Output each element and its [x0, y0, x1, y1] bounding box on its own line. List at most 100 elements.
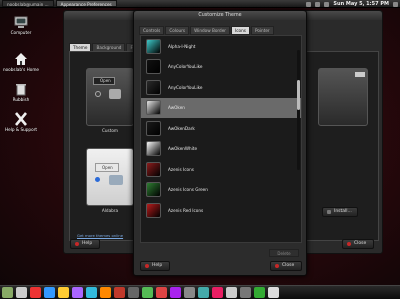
radio-preview-icon	[95, 91, 101, 97]
icon-theme-preview-icon	[146, 182, 161, 198]
dock-app-icon[interactable]	[100, 287, 111, 298]
dock-app-icon[interactable]	[184, 287, 195, 298]
network-icon[interactable]	[315, 1, 321, 7]
system-tray: Sun May 5, 1:57 PM	[306, 0, 398, 8]
icon-theme-preview-icon	[146, 120, 161, 136]
desktop-icon-rubbish[interactable]: Rubbish	[2, 82, 40, 102]
icon-theme-item[interactable]: Alpha-I-Night	[141, 36, 301, 57]
icon-theme-name: Azenis Icons	[168, 166, 194, 172]
install-icon	[327, 210, 331, 214]
dock-app-icon[interactable]	[142, 287, 153, 298]
install-label: Install...	[334, 209, 352, 214]
icon-theme-name: Azenis Red Icons	[168, 207, 204, 213]
open-button-preview: Open	[95, 163, 119, 172]
icon-theme-preview-icon	[146, 100, 161, 116]
icon-theme-list: Alpha-I-Night AnyColorYouLike AnyColorYouL…	[140, 35, 302, 243]
dock-app-icon[interactable]	[2, 287, 13, 298]
dock-app-icon[interactable]	[128, 287, 139, 298]
help-label: Help	[82, 241, 93, 246]
icon-theme-name: Azenis Icons Green	[168, 187, 208, 193]
taskbar-terminal[interactable]: noobslab@umain ...	[2, 0, 54, 7]
folder-preview-icon	[109, 175, 123, 185]
dock-app-icon[interactable]	[44, 287, 55, 298]
volume-icon[interactable]	[324, 1, 330, 7]
icon-theme-name: AwOken	[168, 105, 185, 111]
home-icon	[14, 52, 28, 66]
help-button[interactable]: Help	[140, 261, 170, 271]
dock-app-icon[interactable]	[198, 287, 209, 298]
customize-tabs: Controls Colours Window Border Icons Poi…	[139, 26, 274, 35]
icon-theme-item[interactable]: Azenis Red Icons	[141, 200, 301, 221]
scrollbar[interactable]	[297, 50, 300, 170]
help-icon	[75, 242, 79, 246]
help-button-back[interactable]: Help	[70, 239, 100, 249]
top-panel: noobslab@umain ... Appearance Preference…	[0, 0, 400, 8]
radio-preview-icon	[95, 177, 100, 182]
dock-app-icon[interactable]	[86, 287, 97, 298]
dock	[0, 285, 400, 299]
dock-app-icon[interactable]	[58, 287, 69, 298]
dock-app-icon[interactable]	[240, 287, 251, 298]
get-more-themes-link[interactable]: Get more themes online	[77, 233, 123, 238]
theme-thumb-aldabra[interactable]: Open	[86, 148, 134, 206]
dock-app-icon[interactable]	[30, 287, 41, 298]
icon-theme-item[interactable]: AwOken	[141, 97, 301, 118]
close-label: Close	[354, 241, 367, 246]
open-button-preview: Open	[93, 77, 115, 85]
close-button-back[interactable]: Close	[342, 239, 374, 249]
window-title[interactable]: Customize Theme	[134, 11, 306, 20]
icon-theme-name: AnyColorYouLike	[168, 84, 203, 90]
help-icon	[14, 112, 28, 126]
tab-window-border[interactable]: Window Border	[190, 26, 230, 35]
help-icon	[145, 264, 149, 268]
taskbar-appearance[interactable]: Appearance Preferences	[55, 0, 117, 7]
icon-theme-preview-icon	[146, 38, 161, 54]
dock-app-icon[interactable]	[170, 287, 181, 298]
desktop-icon-label: Help & Support	[4, 127, 38, 132]
window-controls-preview	[355, 72, 365, 77]
icon-theme-item[interactable]: Azenis Icons Green	[141, 180, 301, 201]
icon-theme-item[interactable]: AnyColorYouLike	[141, 77, 301, 98]
dock-app-icon[interactable]	[156, 287, 167, 298]
theme-label-custom: Custom	[101, 128, 119, 133]
icon-theme-name: AwOkenWhite	[168, 146, 198, 152]
icon-theme-name: AwOkenDark	[168, 125, 195, 131]
icon-theme-name: AnyColorYouLike	[168, 64, 203, 70]
help-label: Help	[152, 263, 163, 268]
mail-icon[interactable]	[306, 1, 312, 7]
clock[interactable]: Sun May 5, 1:57 PM	[333, 1, 389, 7]
desktop-icon-home[interactable]: noobslab's Home	[2, 52, 40, 72]
install-button[interactable]: Install...	[322, 207, 358, 217]
icon-theme-preview-icon	[146, 141, 161, 157]
dock-app-icon[interactable]	[226, 287, 237, 298]
dock-app-icon[interactable]	[114, 287, 125, 298]
desktop-icon-label: Rubbish	[12, 97, 30, 102]
icon-theme-item[interactable]: AnyColorYouLike	[141, 57, 301, 78]
dock-app-icon[interactable]	[16, 287, 27, 298]
tab-icons[interactable]: Icons	[231, 26, 250, 35]
delete-button[interactable]: Delete	[269, 249, 299, 257]
tab-colours[interactable]: Colours	[165, 26, 190, 35]
desktop-icon-help[interactable]: Help & Support	[2, 112, 40, 132]
dock-app-icon[interactable]	[268, 287, 279, 298]
icon-theme-item[interactable]: Azenis Icons	[141, 159, 301, 180]
icon-theme-preview-icon	[146, 202, 161, 218]
close-button[interactable]: Close	[270, 261, 302, 271]
scrollbar-thumb[interactable]	[297, 80, 300, 110]
icon-theme-preview-icon	[146, 59, 161, 75]
trash-icon	[14, 82, 28, 96]
icon-theme-preview-icon	[146, 79, 161, 95]
tab-controls[interactable]: Controls	[139, 26, 165, 35]
theme-thumb-partial[interactable]	[318, 68, 368, 126]
tab-pointer[interactable]: Pointer	[250, 26, 274, 35]
theme-thumb-custom[interactable]: Open	[86, 68, 134, 126]
icon-theme-item[interactable]: AwOkenDark	[141, 118, 301, 139]
desktop-icon-computer[interactable]: Computer	[2, 15, 40, 35]
dock-app-icon[interactable]	[212, 287, 223, 298]
icon-theme-item[interactable]: AwOkenWhite	[141, 139, 301, 160]
icon-theme-preview-icon	[146, 161, 161, 177]
power-icon[interactable]	[393, 1, 398, 7]
dock-app-icon[interactable]	[72, 287, 83, 298]
icon-theme-name: Alpha-I-Night	[168, 43, 196, 49]
dock-app-icon[interactable]	[254, 287, 265, 298]
